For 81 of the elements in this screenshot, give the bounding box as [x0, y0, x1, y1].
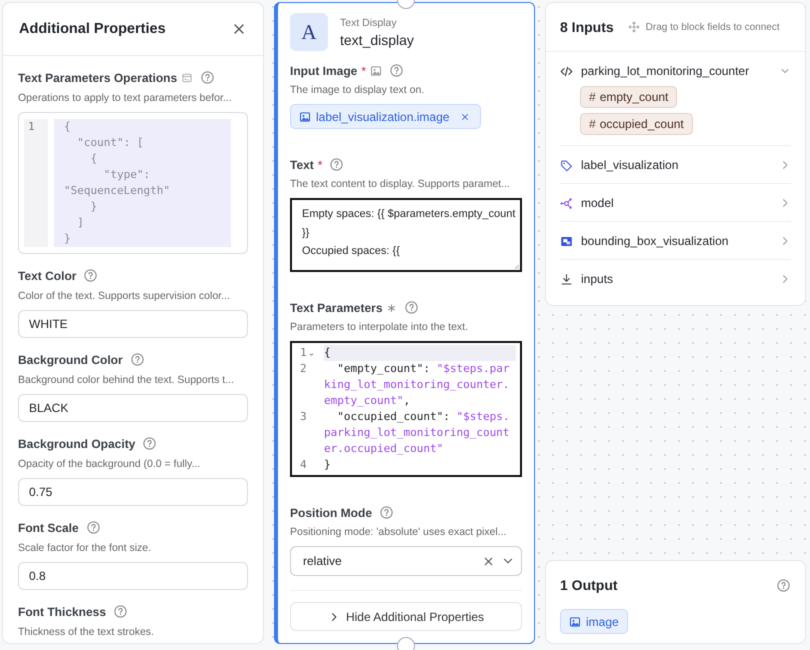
- tag-icon: [560, 158, 573, 172]
- field-label: Text: [290, 158, 314, 172]
- help-icon[interactable]: [130, 352, 145, 367]
- help-icon[interactable]: [83, 268, 98, 283]
- text-input[interactable]: 0.75: [18, 478, 248, 506]
- help-icon[interactable]: [142, 436, 158, 451]
- drag-icon: [628, 21, 640, 33]
- input-group-row[interactable]: label_visualization: [560, 155, 791, 175]
- field-label: Input Image: [290, 64, 358, 78]
- panel-title: Additional Properties: [19, 21, 166, 37]
- code-editor[interactable]: 1 { "count": [ { "type": "SequenceLength" } ] }: [18, 112, 248, 254]
- input-group-row[interactable]: inputs: [560, 269, 791, 289]
- card-title: 1 Output: [560, 577, 618, 593]
- field-description: Background color behind the text. Supports t...: [18, 374, 235, 386]
- help-icon[interactable]: [379, 505, 394, 520]
- input-group-row[interactable]: parking_lot_monitoring_counter: [560, 61, 791, 81]
- chip-label: label_visualization.image: [316, 110, 450, 124]
- clear-icon[interactable]: [482, 554, 495, 568]
- field-description: Thickness of the text strokes.: [18, 626, 155, 638]
- input-group-row[interactable]: model: [560, 193, 791, 213]
- block-type: Text Display: [340, 16, 398, 28]
- remove-icon[interactable]: [460, 112, 470, 122]
- text-area-value: Empty spaces: {{ $parameters.empty_count }} Occupied spaces: {{: [302, 207, 516, 259]
- field-description: Opacity of the background (0.0 = fully...: [18, 458, 202, 470]
- help-icon[interactable]: [329, 157, 344, 172]
- field-description: Parameters to interpolate into the text.: [290, 321, 470, 333]
- help-icon[interactable]: [776, 578, 791, 592]
- output-field-chip[interactable]: # occupied_count: [580, 113, 693, 135]
- bounding-box-icon: [560, 234, 573, 248]
- field-label: Font Thickness: [18, 604, 106, 618]
- help-icon[interactable]: [113, 604, 128, 619]
- field-description: Positioning mode: 'absolute' uses exact pixel...: [290, 526, 508, 538]
- code-line: "empty_count": "$steps.parking_lot_monitoring_counter.empty_count",: [324, 361, 510, 409]
- image-icon: [569, 616, 581, 628]
- required-marker: *: [361, 64, 366, 76]
- help-icon[interactable]: [389, 63, 404, 78]
- hide-properties-button[interactable]: Hide Additional Properties: [290, 602, 522, 631]
- select-field[interactable]: relative: [290, 546, 522, 576]
- input-group-row[interactable]: bounding_box_visualization: [560, 231, 791, 251]
- help-icon[interactable]: [404, 300, 418, 315]
- code-line: }: [324, 457, 332, 473]
- field-description: Scale factor for the font size.: [18, 542, 152, 554]
- field-label: Text Parameters Operations: [18, 70, 178, 84]
- help-icon[interactable]: [200, 70, 216, 85]
- download-icon: [560, 272, 573, 286]
- field-description: The text content to display. Supports paramet...: [290, 178, 511, 190]
- line-number: 2: [300, 361, 307, 377]
- line-number: 4: [300, 457, 307, 473]
- reference-chip[interactable]: label_visualization.image: [290, 104, 482, 129]
- line-number: 1: [300, 345, 307, 361]
- help-icon[interactable]: [86, 520, 101, 535]
- code-line: "occupied_count": "$steps.parking_lot_monitoring_counter.occupied_count": [324, 409, 510, 457]
- required-marker: *: [318, 158, 322, 170]
- field-label: Background Color: [18, 352, 123, 366]
- image-icon: [299, 110, 311, 122]
- text-input[interactable]: WHITE: [18, 310, 248, 338]
- code-icon: [560, 64, 573, 78]
- field-label: Text Color: [18, 268, 76, 282]
- field-label: Text Parameters: [290, 300, 382, 314]
- line-number: 1: [28, 119, 36, 135]
- block-card[interactable]: [274, 2, 535, 644]
- block-name: text_display: [340, 32, 414, 48]
- field-label: Position Mode: [290, 506, 372, 520]
- field-description: Operations to apply to text parameters befor...: [18, 92, 233, 104]
- field-label: Background Opacity: [18, 436, 136, 450]
- select-value: relative: [303, 554, 343, 568]
- field-description: Color of the text. Supports supervision color...: [18, 290, 231, 302]
- field-label: Font Scale: [18, 520, 79, 534]
- graph-icon: [560, 196, 573, 210]
- text-input[interactable]: BLACK: [18, 394, 248, 422]
- output-chip[interactable]: image: [560, 609, 628, 634]
- line-number: 3: [300, 409, 307, 425]
- drag-hint: Drag to block fields to connect: [646, 22, 780, 32]
- text-input[interactable]: 0.8: [18, 562, 248, 590]
- code-editor[interactable]: 1 { 2 "empty_count": "$steps.parking_lot_monitoring_counter.empty_count", 3 "occupied_count": "$steps.parking_lot_monitoring_counter.occupied_count" 4 }: [290, 341, 522, 477]
- block-letter-icon: A: [290, 13, 328, 51]
- output-field-chip[interactable]: # empty_count: [580, 86, 678, 108]
- text-area[interactable]: Empty spaces: {{ $parameters.empty_count }} Occupied spaces: {{: [290, 198, 522, 272]
- parameter-marker: ∗: [386, 302, 396, 314]
- card-title: 8 Inputs: [560, 19, 614, 35]
- field-description: The image to display text on.: [290, 84, 426, 96]
